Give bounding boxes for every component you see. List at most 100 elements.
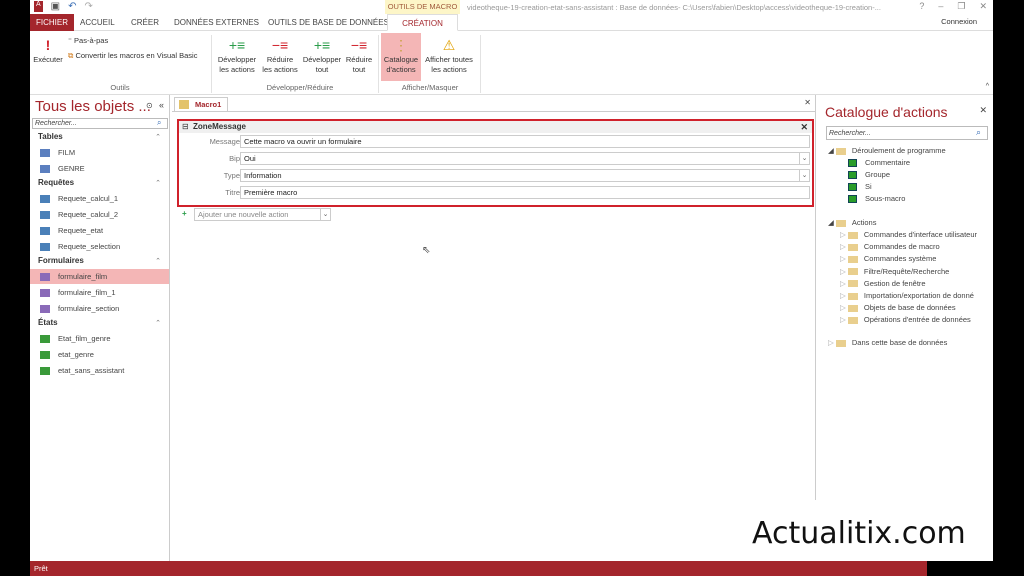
separator bbox=[378, 35, 379, 93]
search-icon[interactable]: ⌕ bbox=[157, 118, 161, 128]
nav-search-input[interactable]: Rechercher... bbox=[32, 118, 168, 129]
search-icon[interactable]: ⌕ bbox=[976, 127, 981, 138]
object-icon bbox=[40, 227, 50, 235]
catalog-item[interactable]: Groupe bbox=[848, 170, 890, 180]
redo-icon[interactable]: ↷ bbox=[85, 1, 93, 12]
chevron-up-icon[interactable]: ⌃ bbox=[155, 319, 161, 327]
catalog-item[interactable]: Commentaire bbox=[848, 158, 910, 168]
action-catalog-button[interactable]: ⋮ Catalogue d'actions bbox=[381, 33, 421, 81]
tree-node-actions[interactable]: ◢ Actions bbox=[828, 218, 876, 227]
catalog-folder[interactable]: ▷ Importation/exportation de donné bbox=[840, 291, 974, 300]
action-icon bbox=[848, 171, 857, 180]
close-document-icon[interactable]: ✕ bbox=[804, 98, 811, 107]
nav-group-header[interactable]: États bbox=[38, 318, 58, 327]
expand-actions-button[interactable]: +≡ Développer les actions bbox=[214, 35, 260, 75]
tab-creation[interactable]: CRÉATION bbox=[387, 14, 458, 31]
tab-macro1[interactable]: Macro1 bbox=[174, 97, 228, 111]
nav-group-header[interactable]: Requêtes bbox=[38, 178, 74, 187]
object-icon bbox=[40, 305, 50, 313]
catalog-folder[interactable]: ▷ Commandes d'interface utilisateur bbox=[840, 230, 977, 239]
undo-icon[interactable]: ↶ bbox=[68, 1, 76, 12]
argument-row: Type Information ⌄ bbox=[179, 169, 812, 183]
run-button[interactable]: ! Exécuter bbox=[32, 35, 64, 65]
catalog-folder[interactable]: ▷ Opérations d'entrée de données bbox=[840, 315, 971, 324]
nav-item[interactable]: GENRE bbox=[30, 161, 169, 176]
nav-item[interactable]: Etat_film_genre bbox=[30, 331, 169, 346]
argument-field[interactable]: Oui ⌄ bbox=[240, 152, 810, 165]
catalog-search-input[interactable]: Rechercher... bbox=[826, 126, 988, 140]
catalog-folder[interactable]: ▷ Commandes de macro bbox=[840, 242, 940, 251]
catalog-folder[interactable]: ▷ Gestion de fenêtre bbox=[840, 279, 926, 288]
chevron-down-icon[interactable]: ⌄ bbox=[799, 170, 809, 181]
collapse-ribbon-icon[interactable]: ^ bbox=[986, 83, 989, 90]
tree-node-in-db[interactable]: ▷ Dans cette base de données bbox=[828, 338, 947, 347]
expand-icon: +≡ bbox=[228, 37, 246, 53]
nav-item[interactable]: etat_sans_assistant bbox=[30, 363, 169, 378]
signin-link[interactable]: Connexion bbox=[941, 16, 977, 28]
catalog-folder[interactable]: ▷ Objets de base de données bbox=[840, 303, 956, 312]
tab-accueil[interactable]: ACCUEIL bbox=[74, 14, 121, 31]
nav-item[interactable]: formulaire_film bbox=[30, 269, 169, 284]
nav-item[interactable]: Requete_etat bbox=[30, 223, 169, 238]
collapse-all-button[interactable]: −≡ Réduire tout bbox=[343, 35, 375, 75]
nav-item[interactable]: formulaire_film_1 bbox=[30, 285, 169, 300]
action-catalog-pane: Catalogue d'actions ✕ Rechercher... ⌕ ◢ … bbox=[818, 95, 993, 561]
nav-group-header[interactable]: Tables bbox=[38, 132, 63, 141]
add-action-dropdown[interactable]: Ajouter une nouvelle action ⌄ bbox=[194, 208, 331, 221]
nav-title[interactable]: Tous les objets ... bbox=[35, 98, 151, 115]
nav-collapse-icon[interactable]: « bbox=[159, 100, 164, 110]
object-icon bbox=[40, 195, 50, 203]
catalog-title: Catalogue d'actions bbox=[825, 104, 948, 120]
catalog-item[interactable]: Si bbox=[848, 182, 872, 192]
argument-field[interactable]: Cette macro va ouvrir un formulaire bbox=[240, 135, 810, 148]
tab-outils-bdd[interactable]: OUTILS DE BASE DE DONNÉES bbox=[262, 14, 395, 31]
restore-button[interactable]: ❐ bbox=[957, 1, 965, 12]
argument-row: Message Cette macro va ouvrir un formulai… bbox=[179, 135, 812, 149]
nav-item[interactable]: etat_genre bbox=[30, 347, 169, 362]
tab-creer[interactable]: CRÉER bbox=[125, 14, 165, 31]
nav-item[interactable]: Requete_selection bbox=[30, 239, 169, 254]
expand-all-icon: +≡ bbox=[313, 37, 331, 53]
chevron-down-icon[interactable]: ⌄ bbox=[320, 209, 330, 220]
argument-field[interactable]: Information ⌄ bbox=[240, 169, 810, 182]
chevron-up-icon[interactable]: ⌃ bbox=[155, 133, 161, 141]
catalog-item[interactable]: Sous-macro bbox=[848, 194, 905, 204]
nav-item[interactable]: FILM bbox=[30, 145, 169, 160]
tab-donnees-externes[interactable]: DONNÉES EXTERNES bbox=[168, 14, 265, 31]
expand-all-button[interactable]: +≡ Développer tout bbox=[300, 35, 344, 75]
close-catalog-icon[interactable]: ✕ bbox=[979, 105, 987, 116]
help-button[interactable]: ? bbox=[919, 1, 924, 12]
nav-group-header[interactable]: Formulaires bbox=[38, 256, 84, 265]
macro-action-block: ⊟ ZoneMessage ✕ Message Cette macro va ouvr… bbox=[177, 119, 814, 207]
save-icon[interactable]: ▣ bbox=[51, 1, 60, 12]
collapse-actions-button[interactable]: −≡ Réduire les actions bbox=[259, 35, 301, 75]
status-bar: Prêt bbox=[30, 561, 927, 576]
nav-item[interactable]: formulaire_section bbox=[30, 301, 169, 316]
title-bar: A ▣ ↶ ↷ OUTILS DE MACRO videotheque-19-c… bbox=[30, 0, 993, 14]
minimize-button[interactable]: – bbox=[938, 1, 943, 12]
show-all-actions-button[interactable]: ⚠ Afficher toutes les actions bbox=[421, 35, 477, 75]
tree-node-flow[interactable]: ◢ Déroulement de programme bbox=[828, 146, 946, 155]
nav-menu-icon[interactable]: ⊙ bbox=[146, 101, 153, 110]
catalog-folder[interactable]: ▷ Filtre/Requête/Recherche bbox=[840, 267, 949, 276]
convert-vba-button[interactable]: ⧉ Convertir les macros en Visual Basic bbox=[68, 51, 197, 61]
folder-icon bbox=[835, 339, 846, 347]
action-header[interactable]: ⊟ ZoneMessage ✕ bbox=[179, 121, 812, 133]
tab-fichier[interactable]: FICHIER bbox=[30, 14, 74, 31]
chevron-up-icon[interactable]: ⌃ bbox=[155, 179, 161, 187]
separator bbox=[480, 35, 481, 93]
argument-field[interactable]: Première macro bbox=[240, 186, 810, 199]
catalog-folder[interactable]: ▷ Commandes système bbox=[840, 254, 936, 263]
delete-action-icon[interactable]: ✕ bbox=[800, 121, 808, 133]
object-icon bbox=[40, 273, 50, 281]
nav-item[interactable]: Requete_calcul_2 bbox=[30, 207, 169, 222]
collapse-block-icon[interactable]: ⊟ bbox=[182, 121, 189, 133]
nav-item[interactable]: Requete_calcul_1 bbox=[30, 191, 169, 206]
chevron-up-icon[interactable]: ⌃ bbox=[155, 257, 161, 265]
folder-icon bbox=[847, 292, 858, 300]
ribbon-tabs: FICHIER ACCUEIL CRÉER DONNÉES EXTERNES O… bbox=[30, 14, 993, 31]
object-icon bbox=[40, 149, 50, 157]
chevron-down-icon[interactable]: ⌄ bbox=[799, 153, 809, 164]
step-button[interactable]: ⁼ Pas-à-pas bbox=[68, 36, 108, 46]
close-button[interactable]: ✕ bbox=[979, 1, 987, 12]
